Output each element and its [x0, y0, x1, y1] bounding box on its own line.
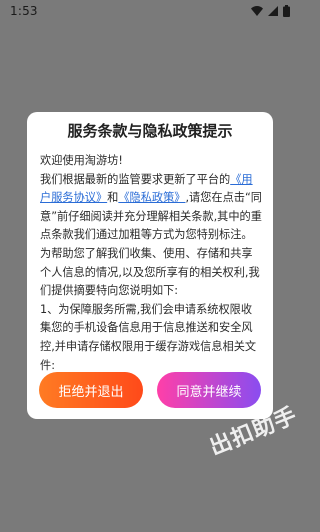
body-text-after-links: ,请您在点击“同意”前仔细阅读并充分理解相关条款,其中的重点条款我们通过加粗等方…: [40, 191, 262, 298]
dialog-title: 服务条款与隐私政策提示: [67, 122, 233, 140]
privacy-dialog: 服务条款与隐私政策提示 欢迎使用淘游坊! 我们根据最新的监管要求更新了平台的《用…: [27, 112, 273, 419]
dialog-body: 欢迎使用淘游坊! 我们根据最新的监管要求更新了平台的《用户服务协议》和《隐私政策…: [40, 152, 262, 375]
signal-icon: [268, 6, 278, 16]
reject-and-exit-button[interactable]: 拒绝并退出: [39, 372, 143, 408]
battery-icon: [283, 5, 290, 17]
dialog-intro: 欢迎使用淘游坊!: [40, 154, 123, 167]
agree-and-continue-button[interactable]: 同意并继续: [157, 372, 261, 408]
body-text-between-links: 和: [107, 191, 119, 205]
status-bar: 1:53: [0, 0, 300, 22]
dialog-point-1: 1、为保障服务所需,我们会申请系统权限收集您的手机设备信息用于信息推送和安全风控…: [40, 302, 257, 372]
privacy-policy-link[interactable]: 《隐私政策》: [118, 191, 185, 204]
dialog-paragraph: 我们根据最新的监管要求更新了平台的《用户服务协议》和《隐私政策》,请您在点击“同…: [40, 171, 262, 301]
status-time: 1:53: [10, 4, 38, 18]
wifi-icon: [251, 6, 263, 16]
status-icons: [251, 5, 290, 17]
body-text-before-link: 我们根据最新的监管要求更新了平台的: [40, 172, 231, 186]
